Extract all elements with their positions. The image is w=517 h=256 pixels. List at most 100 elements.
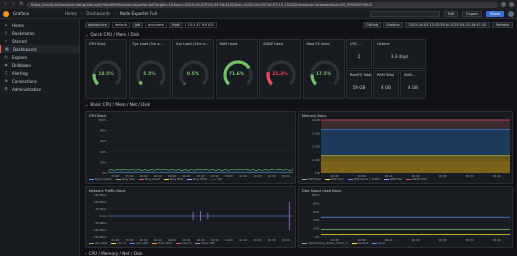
grafana-logo-icon[interactable] xyxy=(3,10,9,17)
stat-panel[interactable]: RAM Total 4 GB xyxy=(373,69,399,99)
stat-value: 4 GB xyxy=(380,84,392,90)
legend-item[interactable]: RAM Free xyxy=(383,178,402,181)
row-title: Quick CPU / Mem / Disk xyxy=(90,31,140,37)
y-tick-label: 20% xyxy=(100,160,107,164)
row-cpu-memory-net-disk[interactable]: › CPU / Memory / Net / Disk xyxy=(81,249,143,256)
sidebar-item-home[interactable]: ⌂ Home xyxy=(0,21,79,29)
row-quick-cpu-mem-disk[interactable]: ⌄ Quick CPU / Mem / Disk xyxy=(81,30,517,38)
legend-item[interactable]: /boot xyxy=(372,242,385,245)
sidebar-item-label: Administration xyxy=(12,86,42,92)
sidebar-item-bookmarks[interactable]: ▯ Bookmarks xyxy=(0,29,79,37)
legend-item[interactable]: recv eth0 xyxy=(89,242,107,245)
x-tick-label: 16:40 xyxy=(411,238,419,242)
github-link[interactable]: GitHub xyxy=(363,21,381,28)
gauge-value: 0.5% xyxy=(186,72,200,77)
legend-item[interactable]: Busy User xyxy=(115,178,135,181)
gear-icon: ⚙ xyxy=(4,86,8,91)
row-title: CPU / Memory / Net / Disk xyxy=(88,250,143,256)
legend-item[interactable]: Idle xyxy=(211,178,222,181)
y-tick-label: 100 Mb/s xyxy=(94,200,107,204)
grafana-topbar: Grafana Home › Dashboards › Node Exporte… xyxy=(0,9,517,19)
legend-label: RAM Free xyxy=(389,178,402,181)
sidebar-item-dashboards[interactable]: ▦ Dashboards xyxy=(0,45,79,53)
datasource-select[interactable]: default xyxy=(111,21,130,28)
sidebar-item-alerting[interactable]: ♫ Alerting xyxy=(0,69,79,77)
stat-panel[interactable]: CPU ... 2 xyxy=(346,39,372,69)
gauge-panel[interactable]: SWAP Used 21.3% xyxy=(259,39,301,99)
chevron-down-icon: ⌄ xyxy=(85,101,89,107)
legend-item[interactable]: recv veth xyxy=(130,242,148,245)
gauge-panel[interactable]: Sys Load (15m a... 0.5% xyxy=(172,39,214,99)
profile-icon[interactable] xyxy=(509,2,514,7)
gauge-panel[interactable]: RAM Used 71.6% xyxy=(215,39,258,99)
y-tick-label: 4 GiB xyxy=(312,118,320,122)
y-tick-label: 80% xyxy=(313,201,320,205)
time-range-picker[interactable]: 2025-04-03 13:33:58 to 2025-04-03 16:47:… xyxy=(404,21,491,28)
breadcrumb-dashboards[interactable]: Dashboards xyxy=(86,11,110,16)
legend-item[interactable]: recv lo xyxy=(111,242,126,245)
breadcrumb-home[interactable]: Home xyxy=(65,11,77,16)
refresh-button[interactable]: Refresh xyxy=(492,21,513,28)
extension-icon[interactable] xyxy=(501,2,506,7)
panel-title: RAM Used xyxy=(219,42,238,46)
export-button[interactable]: Export xyxy=(462,10,482,17)
legend-item[interactable]: trans lo xyxy=(175,242,191,245)
x-tick-label: 16:20 xyxy=(465,238,473,242)
legend-swatch xyxy=(351,242,357,245)
memory-basic-panel[interactable]: Memory Basic 4 GiB 3 GiB 2 GiB 1 GiB 0 B 15:40… xyxy=(298,111,513,184)
gauge-panel[interactable]: CPU Busy 18.5% xyxy=(85,39,127,99)
row-basic-cpu-mem-net-disk[interactable]: ⌄ Basic CPU / Mem / Net / Disk xyxy=(81,100,150,108)
legend-item[interactable]: trans veth xyxy=(195,242,215,245)
global-search-input[interactable] xyxy=(369,10,440,17)
address-bar[interactable]: https://rchrji.estharrover.net/grafana/d… xyxy=(27,1,498,8)
network-basic-chart: 150 Mb/s 100 Mb/s 50 Mb/s 0 b/s -50 Mb/s -100… xyxy=(93,193,293,242)
sidebar-item-connections[interactable]: ⊕ Connections xyxy=(0,77,79,85)
legend-item[interactable]: Busy System xyxy=(89,178,112,181)
gauge-panel[interactable]: Sys Load (5m a... 5.5% xyxy=(128,39,171,99)
panel-title: SWAP Used xyxy=(263,42,283,46)
x-tick-label: 16:00 xyxy=(225,174,233,178)
stat-panel[interactable]: RootFS Total 59 GB xyxy=(346,69,372,99)
sidebar-item-explore[interactable]: ◎ Explore xyxy=(0,53,79,61)
reload-icon[interactable]: ↻ xyxy=(19,2,24,7)
legend-item[interactable]: RAM Used xyxy=(324,178,344,181)
legend-item[interactable]: SWAP Used xyxy=(405,178,427,181)
legend-item[interactable]: trans eth0 xyxy=(152,242,172,245)
back-icon[interactable]: ‹ xyxy=(3,2,8,7)
legend-item[interactable]: RAM Cache + Buffer xyxy=(347,178,380,181)
gauge-arc xyxy=(222,60,253,86)
avatar[interactable] xyxy=(508,10,514,17)
legend-item[interactable]: RAM Total xyxy=(302,178,321,181)
legend-swatch xyxy=(152,242,158,245)
legend-item[interactable]: Busy Other xyxy=(186,178,207,181)
bookmark-icon: ▯ xyxy=(4,30,8,35)
grafana-link[interactable]: Grafana xyxy=(382,21,403,28)
edit-button[interactable]: Edit xyxy=(443,10,459,17)
gauge-arc xyxy=(179,60,209,86)
gauge-panel[interactable]: Root FS Used 17.5% xyxy=(302,39,345,99)
gauge-value: 17.5% xyxy=(315,72,332,77)
sidebar-item-label: Bookmarks xyxy=(12,30,35,36)
legend-item[interactable]: /boot/efi xyxy=(351,242,368,245)
legend-item[interactable]: Busy Iowait xyxy=(138,178,160,181)
sidebar-item-administration[interactable]: ⚙ Administration xyxy=(0,85,79,93)
forward-icon[interactable]: › xyxy=(11,2,16,7)
network-basic-panel[interactable]: Network Traffic Basic 150 Mb/s 100 Mb/s 50 … xyxy=(85,186,296,248)
y-tick-label: 0 b/s xyxy=(100,214,107,218)
sidebar-item-drilldown[interactable]: ◈ Drilldown xyxy=(0,61,79,69)
disk-space-panel[interactable]: Disk Space Used Basic 100% 80% 60% 40% 20% 0% 1… xyxy=(298,186,513,248)
legend-swatch xyxy=(372,242,378,245)
cpu-basic-panel[interactable]: CPU Basic 100% 80% 60% 40% 20% 0% 15:40 15:50 16:… xyxy=(85,111,296,184)
legend-item[interactable]: Busy IRQs xyxy=(163,178,183,181)
host-select[interactable]: 10.5.47.9:9100 xyxy=(184,21,217,28)
stat-panel[interactable]: Uptime 3.3 days xyxy=(373,39,426,69)
panel-title: RootFS Total xyxy=(350,72,372,77)
legend-item[interactable]: /mnt/volume_docker_node1_vl xyxy=(302,242,348,245)
stat-panel[interactable]: SWA... 4 GB xyxy=(400,69,426,99)
disk-space-chart: 100%80%60%40%20%0%15:40 16:00 16:20 16:40 16… xyxy=(312,193,510,242)
sidebar-item-starred[interactable]: ☆ Starred xyxy=(0,37,79,45)
legend-label: trans veth xyxy=(201,242,215,245)
share-button[interactable]: Share xyxy=(485,10,504,17)
job-select[interactable]: providers xyxy=(145,21,167,28)
series-busy-user xyxy=(107,168,294,172)
